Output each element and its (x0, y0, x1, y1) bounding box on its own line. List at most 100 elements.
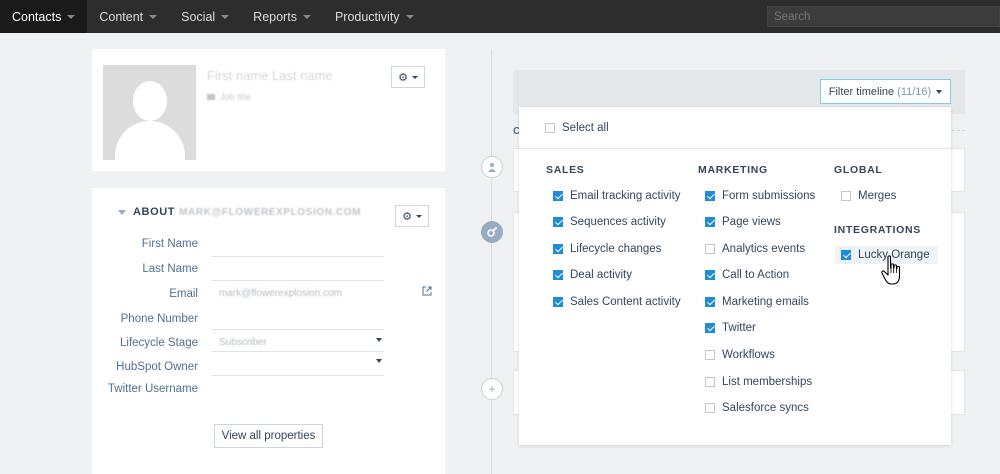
checkbox[interactable] (705, 323, 715, 333)
filter-form-submissions[interactable]: Form submissions (705, 190, 815, 202)
select-all-checkbox[interactable]: Select all (545, 122, 609, 134)
checkbox[interactable] (545, 123, 555, 133)
prop-label-first-name: First Name (141, 238, 198, 250)
filter-label: Workflows (722, 349, 775, 361)
checkbox[interactable] (705, 244, 715, 254)
filter-label: List memberships (722, 376, 813, 388)
nav-reports[interactable]: Reports (241, 0, 323, 33)
nav-social-label: Social (181, 9, 216, 24)
chevron-down-icon (936, 89, 943, 94)
prop-label-last-name: Last Name (142, 263, 198, 275)
chevron-down-icon (411, 75, 418, 79)
phone-field[interactable] (212, 329, 384, 330)
checkbox[interactable] (705, 403, 715, 413)
checkbox[interactable] (705, 297, 715, 307)
filter-label: Deal activity (570, 269, 632, 281)
external-link-icon[interactable] (422, 286, 432, 296)
sales-heading: SALES (546, 164, 585, 176)
checkbox[interactable] (841, 250, 851, 260)
checkbox[interactable] (705, 270, 715, 280)
chevron-down-icon (415, 214, 422, 218)
checkbox[interactable] (841, 191, 851, 201)
timeline-divider (952, 130, 965, 131)
filter-sequences[interactable]: Sequences activity (553, 216, 666, 228)
timeline-line (491, 49, 492, 474)
contact-name[interactable]: First name Last name (207, 68, 333, 83)
filter-workflows[interactable]: Workflows (705, 349, 775, 361)
filter-analytics-events[interactable]: Analytics events (705, 243, 805, 255)
plus-icon[interactable]: + (481, 378, 503, 400)
search-input[interactable] (767, 6, 1000, 27)
checkbox[interactable] (553, 297, 563, 307)
chevron-down-icon (221, 14, 230, 19)
chevron-down-icon (302, 14, 311, 19)
gear-icon: ⚙ (398, 71, 408, 84)
filter-email-tracking[interactable]: Email tracking activity (553, 190, 681, 202)
nav-productivity[interactable]: Productivity (323, 0, 426, 33)
checkbox[interactable] (553, 270, 563, 280)
job-title-label: Job title (220, 92, 252, 102)
chevron-down-icon (149, 14, 158, 19)
about-title: ABOUT (133, 206, 176, 218)
checkbox[interactable] (705, 350, 715, 360)
marketing-heading: MARKETING (698, 164, 768, 176)
prop-label-email: Email (169, 288, 198, 300)
filter-label: Page views (722, 216, 781, 228)
checkbox[interactable] (705, 217, 715, 227)
person-icon (481, 156, 503, 178)
filter-label: Salesforce syncs (722, 402, 809, 414)
filter-label: Twitter (722, 322, 756, 334)
gear-icon: ⚙ (402, 210, 412, 223)
filter-call-to-action[interactable]: Call to Action (705, 269, 789, 281)
filter-label: Merges (858, 190, 897, 202)
prop-label-twitter: Twitter Username (107, 383, 198, 395)
filter-label: Lifecycle changes (570, 243, 662, 255)
filter-label: Sales Content activity (570, 296, 681, 308)
filter-marketing-emails[interactable]: Marketing emails (705, 296, 809, 308)
prop-label-phone: Phone Number (120, 313, 198, 325)
checkbox[interactable] (705, 377, 715, 387)
first-name-field[interactable] (212, 256, 384, 257)
nav-social[interactable]: Social (169, 0, 241, 33)
filter-label: Email tracking activity (570, 190, 681, 202)
nav-contacts[interactable]: Contacts (0, 0, 88, 33)
briefcase-icon (207, 94, 215, 100)
nav-content[interactable]: Content (87, 0, 169, 33)
checkbox[interactable] (553, 217, 563, 227)
chevron-down-icon[interactable] (376, 359, 382, 363)
avatar[interactable] (103, 65, 196, 160)
filter-lifecycle-changes[interactable]: Lifecycle changes (553, 243, 661, 255)
select-all-label: Select all (562, 122, 609, 134)
filter-label: Sequences activity (570, 216, 666, 228)
filter-label: Marketing emails (722, 296, 809, 308)
email-field[interactable]: mark@flowerexplosion.com (219, 288, 342, 299)
chevron-down-icon[interactable] (376, 338, 382, 342)
checkbox[interactable] (705, 191, 715, 201)
divider (519, 148, 951, 149)
about-section-toggle[interactable]: ABOUT MARK@FLOWEREXPLOSION.COM (118, 206, 361, 218)
global-heading: GLOBAL (834, 164, 883, 176)
filter-label: Analytics events (722, 243, 806, 255)
profile-actions-button[interactable]: ⚙ (391, 66, 425, 88)
lifecycle-stage-select[interactable]: Subscriber (219, 337, 267, 348)
nav-content-label: Content (99, 9, 144, 24)
owner-select[interactable] (212, 375, 384, 376)
filter-deal-activity[interactable]: Deal activity (553, 269, 632, 281)
nav-reports-label: Reports (253, 9, 297, 24)
filter-twitter[interactable]: Twitter (705, 322, 756, 334)
view-all-properties-button[interactable]: View all properties (214, 424, 323, 448)
filter-list-memberships[interactable]: List memberships (705, 376, 812, 388)
filter-salesforce-syncs[interactable]: Salesforce syncs (705, 402, 809, 414)
last-name-field[interactable] (212, 280, 384, 281)
integrations-heading: INTEGRATIONS (834, 224, 921, 236)
lifecycle-underline (212, 351, 384, 352)
job-title[interactable]: Job title (207, 92, 251, 102)
filter-page-views[interactable]: Page views (705, 216, 781, 228)
about-actions-button[interactable]: ⚙ (395, 205, 429, 227)
checkbox[interactable] (553, 244, 563, 254)
filter-timeline-label: Filter timeline (828, 85, 895, 98)
filter-timeline-button[interactable]: Filter timeline (11/16) (820, 79, 951, 104)
filter-sales-content[interactable]: Sales Content activity (553, 296, 681, 308)
filter-merges[interactable]: Merges (841, 190, 896, 202)
checkbox[interactable] (553, 191, 563, 201)
